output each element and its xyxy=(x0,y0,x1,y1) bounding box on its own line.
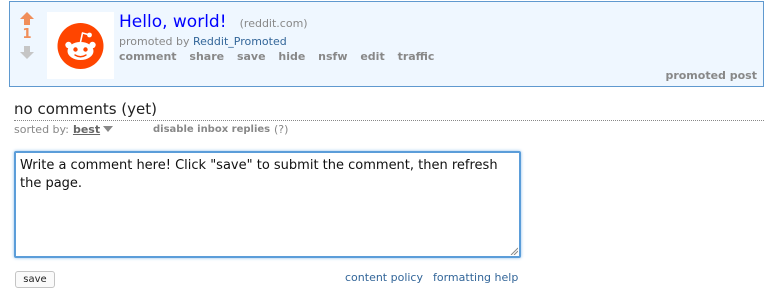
save-comment-button[interactable]: save xyxy=(15,271,55,288)
page: 1 Hello, world! (reddit.com) promoted by… xyxy=(0,0,768,296)
post-buttons: comment share save hide nsfw edit traffi… xyxy=(119,50,443,63)
title-line: Hello, world! (reddit.com) xyxy=(119,12,443,34)
promoted-link: 1 Hello, world! (reddit.com) promoted by… xyxy=(9,1,764,87)
score: 1 xyxy=(22,27,32,42)
author-link[interactable]: Reddit_Promoted xyxy=(193,35,287,48)
vote-controls: 1 xyxy=(18,12,36,59)
traffic-button[interactable]: traffic xyxy=(398,50,435,63)
inbox-replies-help[interactable]: (?) xyxy=(274,123,288,136)
chevron-down-icon[interactable] xyxy=(103,126,114,132)
post-entry: Hello, world! (reddit.com) promoted by R… xyxy=(119,12,443,63)
upvote-arrow-icon[interactable] xyxy=(20,12,34,25)
promoted-by-label: promoted by xyxy=(119,35,190,48)
comment-textarea[interactable]: Write a comment here! Click "save" to su… xyxy=(14,151,521,258)
edit-button[interactable]: edit xyxy=(360,50,384,63)
share-button[interactable]: share xyxy=(189,50,224,63)
save-post-button[interactable]: save xyxy=(237,50,266,63)
promoted-post-label: promoted post xyxy=(665,69,757,82)
reddit-alien-icon xyxy=(57,23,104,69)
resize-handle-icon[interactable] xyxy=(510,247,518,255)
nsfw-button[interactable]: nsfw xyxy=(318,50,347,63)
hide-button[interactable]: hide xyxy=(278,50,305,63)
post-title-link[interactable]: Hello, world! xyxy=(119,12,227,32)
disable-inbox-replies-toggle[interactable]: disable inbox replies xyxy=(153,124,270,135)
comments-heading: no comments (yet) xyxy=(14,100,157,118)
post-domain[interactable]: (reddit.com) xyxy=(240,17,308,30)
editor-links: content policy formatting help xyxy=(345,271,518,284)
comment-button[interactable]: comment xyxy=(119,50,177,63)
sort-dropdown[interactable]: best xyxy=(73,123,100,136)
thumbnail[interactable] xyxy=(47,12,114,79)
sort-control: sorted by: best xyxy=(14,123,114,136)
content-policy-link[interactable]: content policy xyxy=(345,271,423,284)
sort-label: sorted by: xyxy=(14,123,69,136)
divider xyxy=(14,120,764,121)
formatting-help-link[interactable]: formatting help xyxy=(433,271,518,284)
downvote-arrow-icon[interactable] xyxy=(20,46,34,59)
tagline: promoted by Reddit_Promoted xyxy=(119,35,443,48)
